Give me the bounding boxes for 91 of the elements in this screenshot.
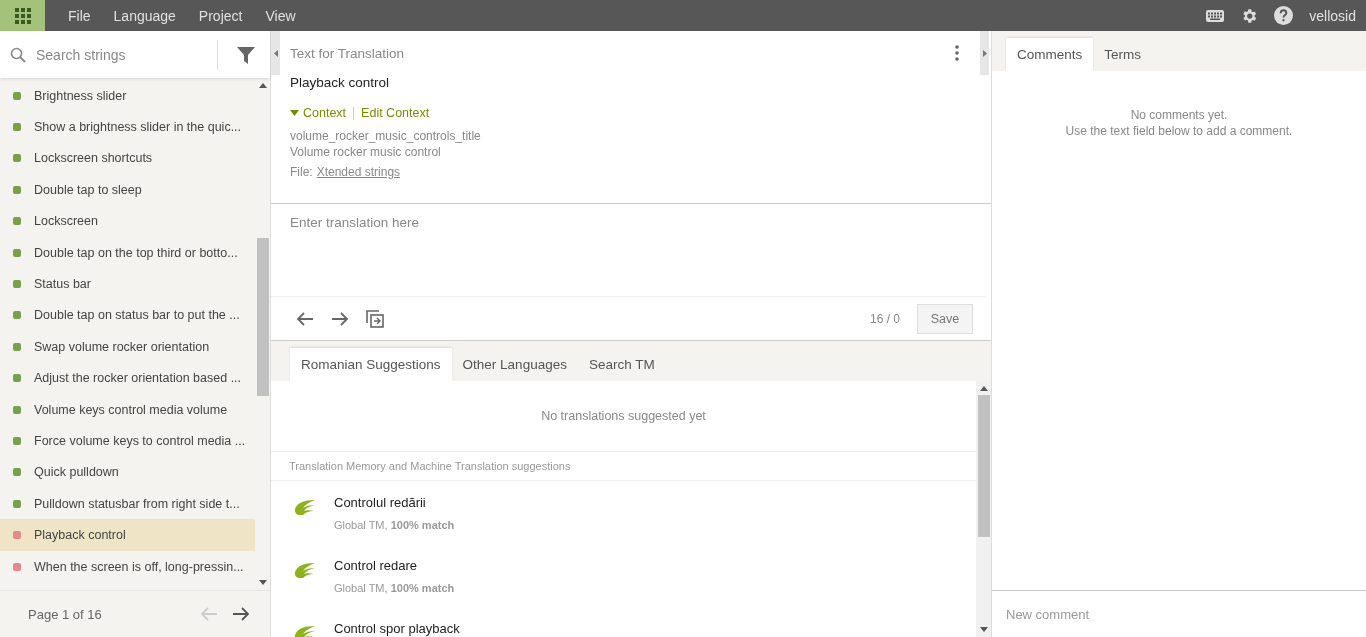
tab[interactable]: Other Languages — [451, 348, 578, 381]
suggestion-item[interactable]: Control spor playback — [271, 607, 976, 637]
file-link[interactable]: Xtended strings — [316, 164, 401, 180]
suggestion-text: Control redare — [334, 558, 419, 573]
collapse-left-handle[interactable] — [271, 31, 280, 75]
string-list-item[interactable]: Show a brightness slider in the quic... — [0, 111, 255, 143]
string-list-item[interactable]: Volume keys control media volume — [0, 393, 255, 426]
help-icon[interactable] — [1274, 6, 1294, 25]
suggestion-item[interactable]: Control redare Global TM, 100% match — [271, 544, 976, 607]
string-list-item[interactable]: Brightness slider — [0, 80, 255, 112]
string-text: Status bar — [34, 277, 91, 292]
string-list-item[interactable]: Quick pulldown — [0, 456, 255, 489]
suggestion-source: Global TM, 100% match — [334, 582, 455, 594]
forward-arrow-icon[interactable] — [331, 311, 349, 326]
edit-context-link[interactable]: Edit Context — [361, 106, 430, 120]
keyboard-icon[interactable] — [1206, 9, 1225, 22]
collapse-right-handle[interactable] — [980, 31, 989, 75]
empty-message: No translations suggested yet — [271, 381, 976, 452]
string-list-item[interactable]: Double tap on the top third or botto... — [0, 236, 255, 269]
scroll-down-icon[interactable] — [979, 627, 988, 632]
suggestion-item[interactable]: Controlul redării Global TM, 100% match — [271, 481, 976, 544]
caret-icon — [273, 49, 278, 57]
string-text: Show a brightness slider in the quic... — [34, 120, 242, 135]
string-text: Pulldown statusbar from right side t... — [34, 496, 240, 511]
string-text: Playback control — [34, 528, 126, 543]
menu-item[interactable]: File — [68, 7, 91, 24]
tm-logo-icon — [293, 625, 317, 637]
scrollbar[interactable] — [976, 381, 991, 637]
back-arrow-icon[interactable] — [296, 311, 314, 326]
tm-logo-icon — [293, 499, 317, 515]
page-indicator: Page 1 of 16 — [28, 606, 103, 622]
tab[interactable]: Romanian Suggestions — [290, 348, 452, 381]
caret-icon — [290, 110, 299, 116]
string-text: Lockscreen — [34, 214, 98, 229]
string-text: Double tap on the top third or botto... — [34, 245, 238, 260]
save-button[interactable]: Save — [917, 303, 973, 334]
filter-icon[interactable] — [236, 44, 256, 65]
string-text: Swap volume rocker orientation — [34, 339, 210, 354]
string-description: Volume rocker music control — [290, 144, 442, 160]
tab[interactable]: Terms — [1093, 38, 1152, 71]
string-list-item[interactable]: When the screen is off, long-pressin... — [0, 550, 255, 583]
apps-menu-button[interactable] — [0, 0, 45, 31]
file-label: File: — [290, 164, 313, 180]
string-text: Force volume keys to control media ... — [34, 434, 246, 448]
string-list-item[interactable]: Lockscreen shortcuts — [0, 142, 255, 175]
empty-message: Use the text field below to add a comment. — [1064, 123, 1294, 139]
more-options-icon[interactable] — [955, 45, 959, 61]
scroll-up-icon[interactable] — [258, 83, 267, 88]
empty-message: No comments yet. — [1129, 107, 1229, 123]
string-list-item[interactable]: Adjust the rocker orientation based ... — [0, 362, 255, 394]
string-list-item[interactable]: Double tap on status bar to put the ... — [0, 299, 255, 332]
tab[interactable]: Search TM — [577, 348, 666, 381]
copy-source-icon[interactable] — [366, 309, 384, 328]
source-text: Playback control — [290, 75, 391, 90]
context-toggle[interactable]: Context — [290, 106, 347, 120]
menu-item[interactable]: Language — [113, 7, 176, 24]
caret-icon — [982, 49, 987, 57]
next-page-icon[interactable] — [232, 607, 250, 621]
string-list-item[interactable]: Force volume keys to control media ... — [0, 425, 255, 457]
tab[interactable]: Comments — [1006, 38, 1094, 71]
suggestion-text: Controlul redării — [334, 495, 427, 510]
string-list-item[interactable]: Swap volume rocker orientation — [0, 331, 255, 363]
section-heading: Text for Translation — [290, 45, 405, 61]
grid-icon — [14, 7, 31, 24]
scroll-up-icon[interactable] — [979, 386, 988, 391]
string-text: Brightness slider — [34, 88, 127, 103]
string-list-item[interactable]: Status bar — [0, 268, 255, 300]
string-list-item[interactable]: Pulldown statusbar from right side t... — [0, 488, 255, 520]
string-text: Adjust the rocker orientation based ... — [34, 371, 242, 386]
string-text: Quick pulldown — [34, 465, 119, 480]
string-key: volume_rocker_music_controls_title — [290, 128, 972, 144]
string-text: Double tap to sleep — [34, 182, 142, 197]
section-heading: Translation Memory and Machine Translation suggestions — [271, 452, 976, 481]
string-text: When the screen is off, long-pressin... — [34, 559, 244, 574]
suggestion-source: Global TM, 100% match — [334, 519, 455, 531]
character-counter: 16 / 0 — [869, 311, 900, 326]
scroll-thumb[interactable] — [256, 238, 269, 396]
search-icon — [10, 46, 26, 63]
string-list-item[interactable]: Playback control — [0, 519, 255, 551]
menu-item[interactable]: View — [265, 7, 296, 24]
user-name[interactable]: vellosid — [1309, 7, 1356, 24]
string-list-item[interactable]: Lockscreen — [0, 205, 255, 237]
string-text: Double tap on status bar to put the ... — [34, 308, 240, 323]
tm-logo-icon — [293, 562, 317, 578]
string-list-item[interactable]: Double tap to sleep — [0, 174, 255, 206]
string-text: Volume keys control media volume — [34, 402, 228, 417]
menu-item[interactable]: Project — [198, 7, 243, 24]
string-text: Lockscreen shortcuts — [34, 151, 153, 166]
suggestion-text: Control spor playback — [334, 621, 460, 636]
scroll-thumb[interactable] — [977, 395, 990, 537]
scroll-down-icon[interactable] — [258, 580, 267, 585]
